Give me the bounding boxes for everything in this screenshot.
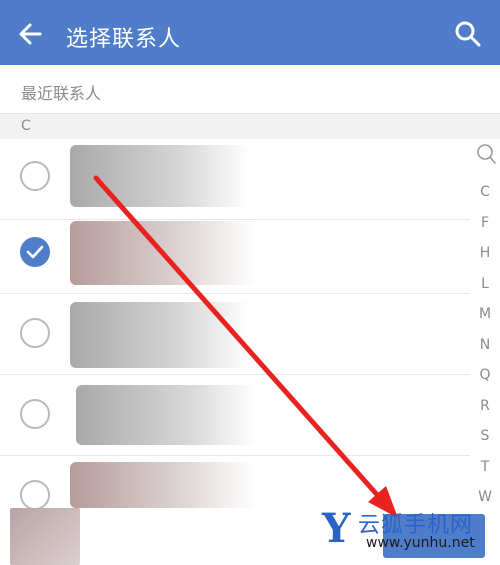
section-header: C — [0, 114, 500, 139]
back-button[interactable] — [14, 18, 46, 50]
contact-avatar-blurred — [70, 462, 255, 508]
index-letter[interactable]: L — [470, 276, 500, 292]
index-letter[interactable]: F — [470, 215, 500, 231]
contact-select-radio[interactable] — [20, 399, 50, 429]
search-icon[interactable] — [475, 142, 497, 168]
selected-contact-thumbnail[interactable] — [10, 508, 80, 565]
contact-avatar-blurred — [70, 221, 255, 285]
index-letter[interactable]: C — [470, 184, 500, 200]
search-button[interactable] — [452, 18, 484, 50]
contact-row[interactable] — [0, 294, 470, 375]
app-bar: 选择联系人 — [0, 0, 500, 65]
watermark: Y 云狐手机网 www.yunhu.net — [322, 505, 500, 560]
index-letter[interactable]: H — [470, 245, 500, 261]
contact-row[interactable] — [0, 456, 470, 510]
index-letter[interactable]: R — [470, 398, 500, 414]
index-letter[interactable]: N — [470, 337, 500, 353]
checkmark-icon — [26, 245, 44, 259]
contact-avatar-blurred — [76, 385, 256, 445]
alphabet-index-bar[interactable]: C F H L M N Q R S T W — [470, 140, 500, 510]
contact-avatar-blurred — [70, 145, 250, 207]
section-letter: C — [21, 118, 31, 134]
contact-row[interactable] — [0, 139, 470, 220]
contact-select-radio-checked[interactable] — [20, 237, 50, 267]
contact-select-radio[interactable] — [20, 480, 50, 510]
search-icon — [455, 21, 481, 47]
index-letter[interactable]: S — [470, 428, 500, 444]
contact-row[interactable] — [0, 213, 470, 294]
index-letter[interactable]: W — [470, 489, 500, 505]
watermark-url: www.yunhu.net — [366, 535, 475, 551]
index-letter[interactable]: Q — [470, 367, 500, 383]
arrow-left-icon — [19, 23, 42, 45]
contact-select-radio[interactable] — [20, 161, 50, 191]
contact-select-radio[interactable] — [20, 318, 50, 348]
index-letter[interactable]: M — [470, 306, 500, 322]
watermark-logo-letter: Y — [322, 505, 351, 552]
contact-avatar-blurred — [70, 302, 250, 368]
recent-contacts-label: 最近联系人 — [21, 84, 102, 103]
recent-contacts-row[interactable]: 最近联系人 — [0, 65, 500, 114]
contact-row[interactable] — [0, 375, 470, 456]
index-letter[interactable]: T — [470, 459, 500, 475]
page-title: 选择联系人 — [66, 27, 182, 52]
